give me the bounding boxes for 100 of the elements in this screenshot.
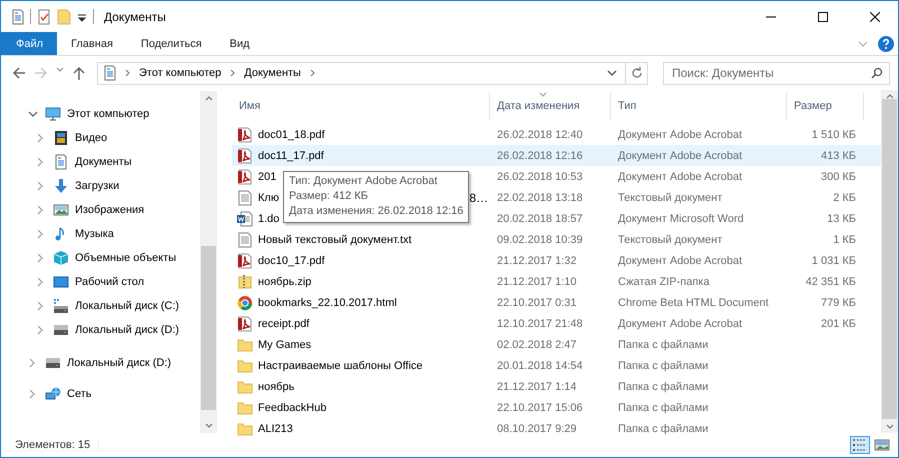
scroll-down-icon[interactable] <box>886 424 894 430</box>
tree-item[interactable]: Локальный диск (D:) <box>1 351 200 375</box>
ribbon-tab[interactable]: Файл <box>1 32 58 55</box>
ribbon-tab[interactable]: Главная <box>57 32 127 55</box>
file-name: receipt.pdf <box>258 318 310 330</box>
tree-item[interactable]: Документы <box>1 150 200 174</box>
tree-item[interactable]: Объемные объекты <box>1 246 200 270</box>
table-cell-text: 12.10.2017 21:48 <box>496 318 584 330</box>
tree-item[interactable]: Рабочий стол <box>1 270 200 294</box>
table-cell-text: Документ Adobe Acrobat <box>617 318 744 330</box>
tree-item[interactable]: Музыка <box>1 222 200 246</box>
cube-icon <box>53 250 69 266</box>
file-name: Настраиваемые шаблоны Office <box>258 360 423 372</box>
address-bar[interactable]: Этот компьютер Документы <box>97 62 648 84</box>
scroll-down-icon[interactable] <box>204 423 212 429</box>
expand-ribbon-icon[interactable] <box>858 40 868 48</box>
column-header[interactable]: Имя <box>232 92 490 120</box>
tree-item[interactable]: Этот компьютер <box>1 102 200 126</box>
table-cell-text: Документ Adobe Acrobat <box>617 170 744 182</box>
tree-item[interactable]: Загрузки <box>1 174 200 198</box>
up-arrow-icon[interactable] <box>71 65 87 81</box>
ribbon-tab[interactable]: Вид <box>216 32 264 55</box>
table-cell-text: Текстовый документ <box>617 234 724 246</box>
help-icon[interactable] <box>878 36 894 52</box>
file-name: doc10_17.pdf <box>258 254 325 266</box>
scrollbar[interactable] <box>881 90 898 433</box>
computer-icon <box>45 106 61 122</box>
table-cell-text: Документ Adobe Acrobat <box>617 150 744 162</box>
document-icon <box>102 65 116 81</box>
table-cell-text: 779 КБ <box>820 296 857 308</box>
table-cell-text: Папка с файлами <box>617 380 710 392</box>
table-cell-text: 26.02.2018 10:53 <box>496 170 584 182</box>
refresh-icon[interactable] <box>630 67 642 79</box>
table-cell-text: 413 КБ <box>820 150 857 162</box>
table-cell-text: 2 КБ <box>832 192 857 204</box>
breadcrumb-separator-icon[interactable] <box>308 68 316 78</box>
desktop-icon <box>53 274 69 290</box>
pdf-icon <box>237 316 253 332</box>
file-name: 1.do <box>258 212 280 224</box>
table-cell-text: 201 КБ <box>820 318 857 330</box>
file-name: Новый текстовый документ.txt <box>258 234 412 246</box>
breadcrumb-separator-icon[interactable] <box>229 68 236 78</box>
back-arrow-icon[interactable] <box>11 65 27 81</box>
tree-item[interactable]: Сеть <box>1 382 200 406</box>
file-name: Клю <box>258 192 280 204</box>
column-header[interactable]: Дата изменения <box>490 92 611 120</box>
table-cell-text: 1 031 КБ <box>810 254 857 266</box>
breadcrumb-separator-icon <box>124 68 131 78</box>
table-cell-text: 1 510 КБ <box>810 128 857 140</box>
ribbon-tab[interactable]: Поделиться <box>126 32 216 55</box>
scrollbar[interactable] <box>200 91 217 433</box>
table-cell-text: 13 КБ <box>826 212 857 224</box>
table-cell-text: 21.12.2017 1:14 <box>496 380 578 392</box>
dropdown-icon[interactable] <box>607 69 617 77</box>
table-cell-text: Документ Microsoft Word <box>617 212 745 224</box>
breadcrumb-item[interactable]: Документы <box>244 67 301 79</box>
scroll-up-icon[interactable] <box>204 95 212 101</box>
chrome-icon <box>237 294 253 310</box>
table-cell-text: 22.10.2017 15:06 <box>496 402 584 414</box>
scroll-up-icon[interactable] <box>886 93 894 99</box>
document-icon <box>53 154 69 170</box>
selected-row[interactable]: doc11_17.pdf 26.02.2018 12:16 Документ Adobe Acrobat 413 КБ <box>232 145 881 166</box>
maximize-icon[interactable] <box>818 12 828 22</box>
file-name: My Games <box>258 338 312 350</box>
table-cell-text: 21.12.2017 1:32 <box>496 254 578 266</box>
table-cell-text: 42 351 КБ <box>804 276 857 288</box>
network-icon <box>45 386 61 402</box>
zip-folder-icon <box>237 274 253 290</box>
table-cell-text: Папка с файлами <box>617 422 710 434</box>
window-title: Документы <box>104 10 167 24</box>
folder-icon <box>237 358 253 374</box>
tree-item[interactable]: Видео <box>1 126 200 150</box>
table-cell-text: Папка с файлами <box>617 402 710 414</box>
download-arrow-icon <box>53 178 69 194</box>
table-cell-text: Документ Adobe Acrobat <box>617 254 744 266</box>
close-icon[interactable] <box>870 12 880 22</box>
tree-item[interactable]: Локальный диск (C:) <box>1 294 200 318</box>
search-field[interactable]: Поиск: Документы <box>663 62 890 84</box>
pdf-icon <box>237 168 253 184</box>
breadcrumb-item[interactable]: Этот компьютер <box>139 67 222 79</box>
dropdown-icon[interactable] <box>77 12 87 22</box>
file-name: 8… <box>469 190 489 204</box>
tree-item[interactable]: Изображения <box>1 198 200 222</box>
table-cell-text: 26.02.2018 12:40 <box>496 128 584 140</box>
file-name: ноябрь.zip <box>258 276 312 288</box>
drive-icon <box>53 322 69 338</box>
pdf-icon <box>237 252 253 268</box>
tooltip-text: Размер: 412 КБ <box>289 189 369 204</box>
table-cell-text: Папка с файлами <box>617 338 710 350</box>
table-cell-text: 300 КБ <box>820 170 857 182</box>
table-cell-text: 1 КБ <box>832 234 857 246</box>
search-icon[interactable] <box>871 66 883 78</box>
tree-item[interactable]: Локальный диск (D:) <box>1 318 200 342</box>
table-cell-text: 09.02.2018 10:39 <box>496 234 584 246</box>
text-file-icon <box>237 190 253 206</box>
column-header[interactable]: Размер <box>787 92 864 120</box>
file-name: FeedbackHub <box>258 402 326 414</box>
column-header[interactable]: Тип <box>611 92 787 120</box>
checkmark-document-icon[interactable] <box>37 8 51 24</box>
table-cell-text: Документ Adobe Acrobat <box>617 128 744 140</box>
